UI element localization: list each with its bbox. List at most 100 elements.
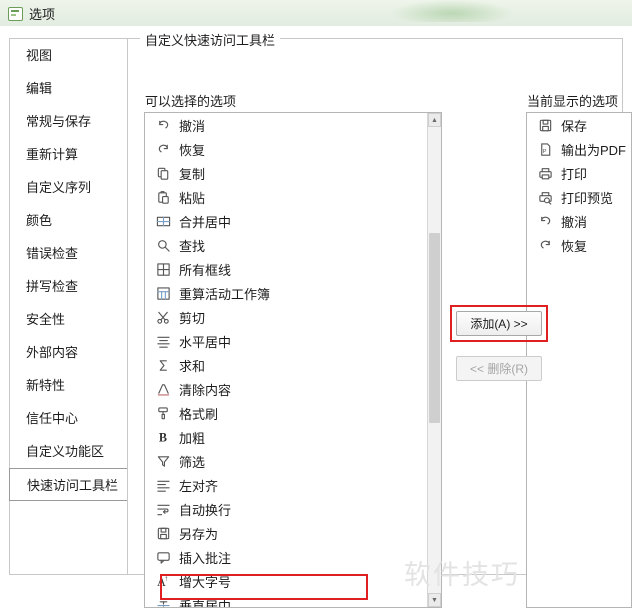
available-command-label: 加粗: [179, 430, 206, 446]
available-command-label: 自动换行: [179, 502, 232, 518]
print-preview-icon: [537, 189, 553, 205]
available-command-label: 复制: [179, 166, 206, 182]
save-as-icon: [155, 525, 171, 541]
available-command-row-0[interactable]: 撤消: [145, 113, 427, 137]
current-command-row-0[interactable]: 保存: [527, 113, 631, 137]
sidebar-item-7[interactable]: 拼写检查: [10, 270, 127, 303]
current-command-row-1[interactable]: P 输出为PDF: [527, 137, 631, 161]
background-smudge: [392, 0, 512, 22]
options-category-list[interactable]: 视图编辑常规与保存 重新计算自定义序列颜色错误检查拼写检查安全性外部内容新特性信任…: [9, 38, 128, 575]
current-command-label: 恢复: [561, 238, 588, 254]
sidebar-item-5[interactable]: 颜色: [10, 204, 127, 237]
available-command-row-6[interactable]: 所有框线: [145, 257, 427, 281]
available-command-label: 所有框线: [179, 262, 232, 278]
available-command-row-20[interactable]: 垂直居中: [145, 593, 427, 607]
window-title-bar: 选项: [0, 0, 632, 27]
sidebar-item-label: 新特性: [26, 378, 66, 393]
available-command-row-15[interactable]: 左对齐: [145, 473, 427, 497]
save-disk-icon: [537, 117, 553, 133]
available-command-row-4[interactable]: 合并居中: [145, 209, 427, 233]
available-commands-scrollbar[interactable]: ▲ ▼: [427, 113, 441, 607]
available-command-row-2[interactable]: 复制: [145, 161, 427, 185]
current-command-row-4[interactable]: 撤消: [527, 209, 631, 233]
sidebar-item-12[interactable]: 自定义功能区: [10, 435, 127, 468]
scrollbar-thumb[interactable]: [429, 233, 440, 423]
available-command-row-5[interactable]: 查找: [145, 233, 427, 257]
sidebar-item-label: 快速访问工具栏: [27, 478, 119, 493]
sidebar-item-label: 安全性: [26, 312, 66, 327]
available-command-row-9[interactable]: 水平居中: [145, 329, 427, 353]
sidebar-item-11[interactable]: 信任中心: [10, 402, 127, 435]
sidebar-item-13[interactable]: 快速访问工具栏: [9, 468, 128, 501]
available-command-row-10[interactable]: 求和: [145, 353, 427, 377]
sidebar-item-10[interactable]: 新特性: [10, 369, 127, 402]
current-command-label: 保存: [561, 118, 588, 134]
available-command-label: 粘贴: [179, 190, 206, 206]
options-document-icon: [7, 5, 23, 21]
sidebar-item-label: 拼写检查: [26, 279, 79, 294]
current-command-label: 输出为PDF: [561, 142, 627, 158]
sidebar-item-3[interactable]: 重新计算: [10, 138, 127, 171]
available-command-row-12[interactable]: 格式刷: [145, 401, 427, 425]
export-pdf-icon: P: [537, 141, 553, 157]
available-command-label: 查找: [179, 238, 206, 254]
sidebar-item-label: 自定义序列: [26, 180, 92, 195]
available-command-label: 插入批注: [179, 550, 232, 566]
scroll-down-icon[interactable]: ▼: [428, 593, 441, 607]
current-command-row-2[interactable]: 打印: [527, 161, 631, 185]
sidebar-item-label: 错误检查: [26, 246, 79, 261]
available-command-row-7[interactable]: 重算活动工作簿: [145, 281, 427, 305]
sidebar-item-0[interactable]: 视图: [10, 39, 127, 72]
sidebar-item-6[interactable]: 错误检查: [10, 237, 127, 270]
format-painter-icon: [155, 405, 171, 421]
autosum-sigma-icon: [155, 357, 171, 373]
available-command-label: 重算活动工作簿: [179, 286, 271, 302]
available-command-label: 另存为: [179, 526, 219, 542]
available-commands-items[interactable]: 撤消恢复复制粘贴合并居中查找所有框线重算活动工作簿剪切 水平居中求和清除内容格式刷…: [145, 113, 427, 607]
svg-text:P: P: [542, 148, 546, 154]
svg-text:B: B: [158, 430, 166, 444]
copy-icon: [155, 165, 171, 181]
sidebar-item-9[interactable]: 外部内容: [10, 336, 127, 369]
available-commands-label: 可以选择的选项: [145, 94, 237, 109]
magnifier-icon: [155, 237, 171, 253]
available-command-label: 合并居中: [179, 214, 232, 230]
sidebar-item-4[interactable]: 自定义序列: [10, 171, 127, 204]
available-command-row-1[interactable]: 恢复: [145, 137, 427, 161]
remove-button[interactable]: << 删除(R): [456, 356, 542, 381]
available-command-row-18[interactable]: 插入批注: [145, 545, 427, 569]
clear-contents-icon: [155, 381, 171, 397]
current-commands-items[interactable]: 保存 P 输出为PDF 打印 打印预览 撤消恢复: [527, 113, 631, 607]
current-command-row-5[interactable]: 恢复: [527, 233, 631, 257]
available-command-row-11[interactable]: 清除内容: [145, 377, 427, 401]
align-left-icon: [155, 477, 171, 493]
available-command-label: 恢复: [179, 142, 206, 158]
available-command-row-14[interactable]: 筛选: [145, 449, 427, 473]
available-command-row-17[interactable]: 另存为: [145, 521, 427, 545]
current-command-row-3[interactable]: 打印预览: [527, 185, 631, 209]
sidebar-item-label: 自定义功能区: [26, 444, 105, 459]
add-button[interactable]: 添加(A) >>: [456, 311, 542, 336]
redo-arrow-icon: [155, 141, 171, 157]
available-command-label: 清除内容: [179, 382, 232, 398]
sidebar-item-label: 视图: [26, 48, 53, 63]
scroll-up-icon[interactable]: ▲: [428, 113, 441, 127]
paste-icon: [155, 189, 171, 205]
sidebar-item-label: 编辑: [26, 81, 53, 96]
available-command-row-16[interactable]: 自动换行: [145, 497, 427, 521]
available-command-row-19[interactable]: A ↑ 增大字号: [145, 569, 427, 593]
available-commands-listbox[interactable]: 撤消恢复复制粘贴合并居中查找所有框线重算活动工作簿剪切 水平居中求和清除内容格式刷…: [144, 112, 442, 608]
vertical-center-icon: [155, 597, 171, 607]
dialog-body: 视图编辑常规与保存 重新计算自定义序列颜色错误检查拼写检查安全性外部内容新特性信任…: [0, 26, 632, 608]
available-command-label: 撤消: [179, 118, 206, 134]
undo-arrow-icon: [537, 213, 553, 229]
available-command-row-8[interactable]: 剪切: [145, 305, 427, 329]
available-command-row-3[interactable]: 粘贴: [145, 185, 427, 209]
available-command-label: 求和: [179, 358, 206, 374]
sidebar-item-8[interactable]: 安全性: [10, 303, 127, 336]
current-commands-label: 当前显示的选项: [527, 94, 619, 109]
available-command-row-13[interactable]: B 加粗: [145, 425, 427, 449]
sidebar-item-2[interactable]: 常规与保存: [10, 105, 127, 138]
watermark-text: 软件技巧: [404, 560, 520, 590]
sidebar-item-1[interactable]: 编辑: [10, 72, 127, 105]
